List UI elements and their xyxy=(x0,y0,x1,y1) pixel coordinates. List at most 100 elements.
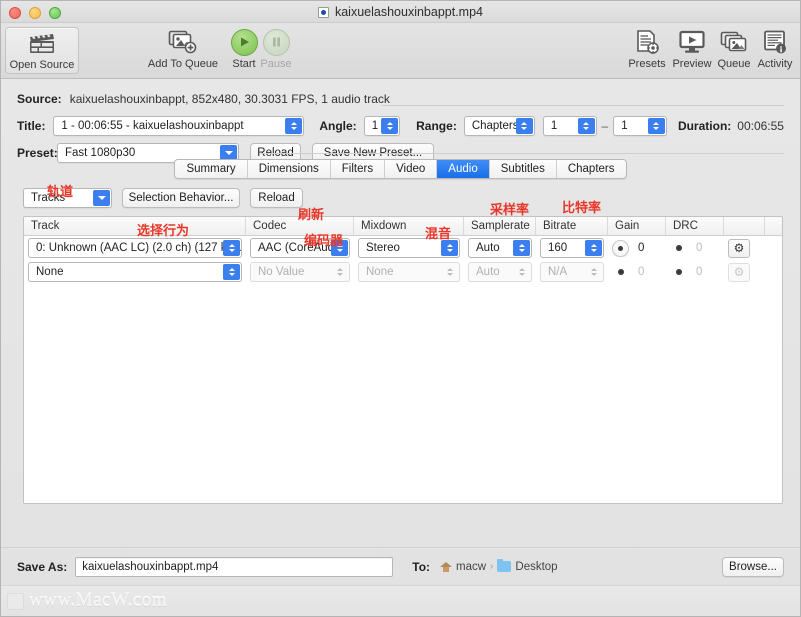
tab-audio[interactable]: Audio xyxy=(437,160,490,178)
chevron-updown-icon xyxy=(331,264,348,280)
chevron-updown-icon xyxy=(223,240,240,256)
drc-slider[interactable] xyxy=(670,240,687,257)
chevron-updown-icon xyxy=(515,118,533,134)
row-bitrate-cell: N/A xyxy=(536,262,608,282)
bitrate-value: 160 xyxy=(548,242,568,254)
save-as-input[interactable]: kaixuelashouxinbappt.mp4 xyxy=(75,556,394,577)
row-mixdown-cell: Stereo xyxy=(354,238,464,258)
open-source-label: Open Source xyxy=(9,59,75,71)
folder-icon xyxy=(497,559,512,572)
tab-video[interactable]: Video xyxy=(385,160,438,178)
angle-value: 1 xyxy=(371,120,379,132)
column-header-drc[interactable]: DRC xyxy=(666,217,724,235)
tab-dimensions[interactable]: Dimensions xyxy=(248,160,331,178)
samplerate-value: Auto xyxy=(476,266,500,278)
angle-label: Angle: xyxy=(319,119,357,133)
track-popup[interactable]: None xyxy=(28,262,242,282)
gain-slider[interactable] xyxy=(612,239,629,257)
chevron-updown-icon xyxy=(331,240,348,256)
chevron-updown-icon xyxy=(223,264,240,280)
gear-icon: ⚙ xyxy=(728,262,750,282)
tab-summary[interactable]: Summary xyxy=(175,160,248,178)
column-header-mixdown[interactable]: Mixdown xyxy=(354,217,464,235)
source-info-block: Source: kaixuelashouxinbappt, 852x480, 3… xyxy=(1,79,800,163)
tab-filters[interactable]: Filters xyxy=(331,160,386,178)
bitrate-popup[interactable]: 160 xyxy=(540,238,604,258)
column-header-codec[interactable]: Codec xyxy=(246,217,354,235)
row-track-cell: 0: Unknown (AAC LC) (2.0 ch) (127 kb... xyxy=(24,238,246,258)
row-drc-cell: 0 xyxy=(666,264,724,281)
column-header-track[interactable]: Track xyxy=(24,217,246,235)
row-samplerate-cell: Auto xyxy=(464,238,536,258)
title-popup[interactable]: 1 - 00:06:55 - kaixuelashouxinbappt xyxy=(53,116,305,136)
tracks-popup[interactable]: Tracks xyxy=(23,188,112,208)
track-popup[interactable]: 0: Unknown (AAC LC) (2.0 ch) (127 kb... xyxy=(28,238,242,258)
mixdown-value: None xyxy=(366,266,394,278)
range-start-popup[interactable]: 1 xyxy=(542,116,597,136)
column-header-bitrate[interactable]: Bitrate xyxy=(536,217,608,235)
document-icon xyxy=(317,6,329,18)
codec-popup: No Value xyxy=(250,262,350,282)
bitrate-popup: N/A xyxy=(540,262,604,282)
watermark-bar: www.MacW.com xyxy=(1,585,800,616)
range-dash: – xyxy=(601,119,609,133)
table-row[interactable]: None No Value None Auto N/A 0 0 ⚙ xyxy=(24,260,782,284)
selection-behavior-button[interactable]: Selection Behavior... xyxy=(122,188,240,208)
browse-button[interactable]: Browse... xyxy=(722,556,784,577)
chevron-updown-icon xyxy=(585,264,602,280)
presets-label: Presets xyxy=(628,58,666,70)
home-icon xyxy=(440,561,453,573)
column-header-samplerate[interactable]: Samplerate xyxy=(464,217,536,235)
audio-reload-button[interactable]: Reload xyxy=(250,188,303,208)
codec-value: No Value xyxy=(258,266,305,278)
clapperboard-icon xyxy=(6,28,78,58)
gear-icon[interactable]: ⚙ xyxy=(728,238,750,258)
handbrake-window: kaixuelashouxinbappt.mp4 Open Source Add… xyxy=(0,0,801,617)
add-to-queue-button[interactable]: Add To Queue xyxy=(145,27,221,70)
title-row: Title: 1 - 00:06:55 - kaixuelashouxinbap… xyxy=(17,114,784,138)
title-popup-value: 1 - 00:06:55 - kaixuelashouxinbappt xyxy=(61,120,244,132)
audio-track-table: Track Codec Mixdown Samplerate Bitrate G… xyxy=(23,216,783,504)
save-as-label: Save As: xyxy=(17,559,68,574)
tab-chapters[interactable]: Chapters xyxy=(557,160,626,178)
codec-popup[interactable]: AAC (CoreAudio) xyxy=(250,238,350,258)
range-type-popup[interactable]: Chapters xyxy=(463,116,535,136)
mixdown-popup[interactable]: Stereo xyxy=(358,238,460,258)
gain-slider xyxy=(612,264,629,281)
chevron-updown-icon xyxy=(577,118,595,134)
pause-icon xyxy=(262,28,290,56)
table-row[interactable]: 0: Unknown (AAC LC) (2.0 ch) (127 kb... … xyxy=(24,236,782,260)
destination-path[interactable]: macw › Desktop xyxy=(440,559,558,573)
row-samplerate-cell: Auto xyxy=(464,262,536,282)
row-actions-cell: ⚙ xyxy=(724,262,765,282)
open-source-button[interactable]: Open Source xyxy=(5,27,79,74)
tab-group: Summary Dimensions Filters Video Audio S… xyxy=(174,159,627,179)
chevron-updown-icon xyxy=(285,118,303,134)
presets-icon xyxy=(623,27,671,57)
column-header-actions xyxy=(724,217,765,235)
tab-subtitles[interactable]: Subtitles xyxy=(490,160,557,178)
column-header-gain[interactable]: Gain xyxy=(608,217,666,235)
activity-button[interactable]: Activity xyxy=(751,27,799,70)
source-divider xyxy=(381,105,784,106)
path-separator: › xyxy=(490,561,494,572)
row-codec-cell: AAC (CoreAudio) xyxy=(246,238,354,258)
drc-value: 0 xyxy=(696,266,703,278)
to-label: To: xyxy=(412,559,431,574)
window-title: kaixuelashouxinbappt.mp4 xyxy=(334,5,484,19)
activity-log-icon xyxy=(751,27,799,57)
preset-value: Fast 1080p30 xyxy=(65,147,136,159)
source-row: Source: kaixuelashouxinbappt, 852x480, 3… xyxy=(17,87,784,111)
chevron-updown-icon xyxy=(513,264,530,280)
angle-popup[interactable]: 1 xyxy=(363,116,401,136)
pause-icon-wrap xyxy=(253,27,299,57)
audio-panel: Tracks Selection Behavior... Reload Trac… xyxy=(23,187,783,527)
settings-tab-bar: Summary Dimensions Filters Video Audio S… xyxy=(1,159,800,181)
title-bar: kaixuelashouxinbappt.mp4 xyxy=(1,1,800,23)
chevron-updown-icon xyxy=(513,240,530,256)
presets-button[interactable]: Presets xyxy=(623,27,671,70)
samplerate-popup[interactable]: Auto xyxy=(468,238,532,258)
range-end-popup[interactable]: 1 xyxy=(613,116,667,136)
pause-button[interactable]: Pause xyxy=(253,27,299,70)
chevron-updown-icon xyxy=(381,118,399,134)
